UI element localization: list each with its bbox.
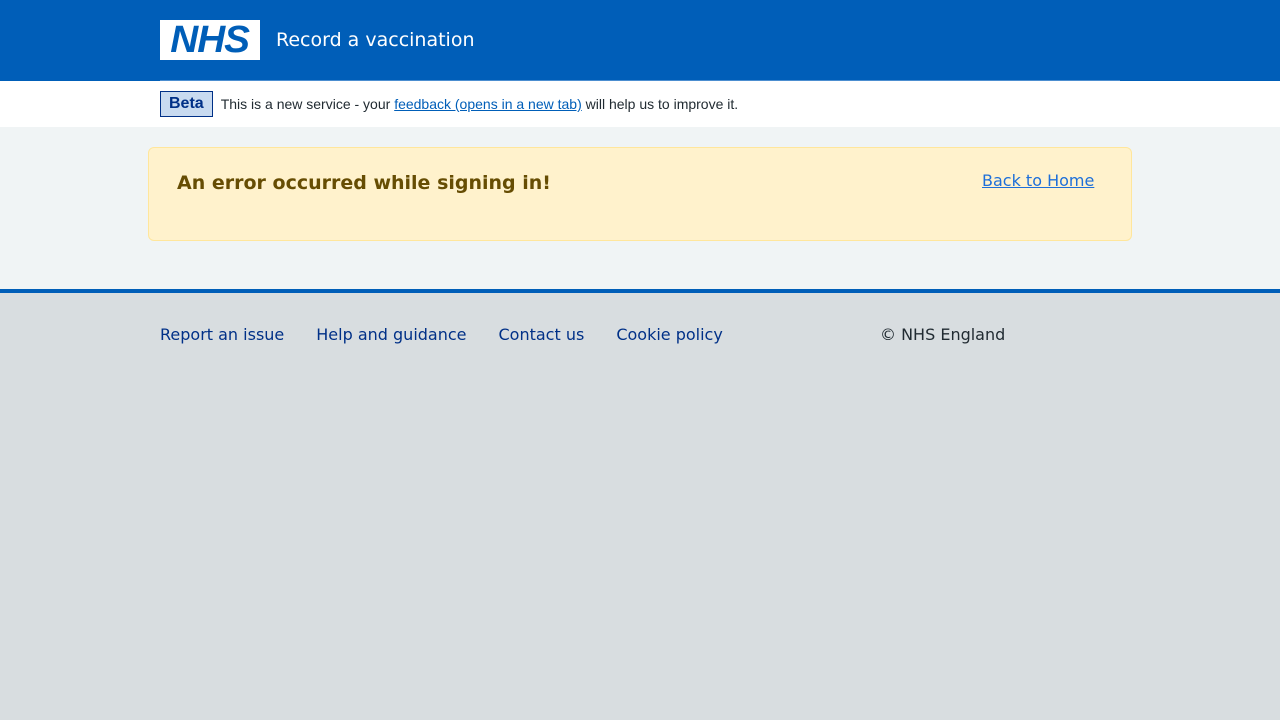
back-to-home-link[interactable]: Back to Home (982, 171, 1094, 190)
beta-banner: Beta This is a new service - your feedba… (0, 81, 1280, 127)
beta-message: This is a new service - your feedback (o… (221, 96, 738, 112)
footer-link-cookie-policy[interactable]: Cookie policy (616, 325, 723, 344)
footer-link-help-guidance[interactable]: Help and guidance (316, 325, 466, 344)
footer-link-contact-us[interactable]: Contact us (499, 325, 585, 344)
beta-banner-content: Beta This is a new service - your feedba… (160, 91, 738, 117)
beta-text-after: will help us to improve it. (581, 96, 739, 112)
beta-tag: Beta (160, 91, 213, 117)
site-footer: Report an issue Help and guidance Contac… (0, 293, 1280, 720)
error-alert: An error occurred while signing in! Back… (148, 147, 1132, 241)
beta-text-before: This is a new service - your (220, 96, 395, 112)
error-alert-title: An error occurred while signing in! (177, 172, 551, 194)
main-content: An error occurred while signing in! Back… (0, 127, 1280, 289)
footer-copyright: © NHS England (880, 325, 1006, 344)
nhs-logo[interactable]: NHS (160, 20, 260, 60)
header-brand: NHS Record a vaccination (160, 20, 475, 60)
feedback-link[interactable]: feedback (opens in a new tab) (394, 96, 582, 112)
nhs-logo-text: NHS (170, 19, 251, 61)
footer-links: Report an issue Help and guidance Contac… (160, 325, 755, 344)
site-header: NHS Record a vaccination (0, 0, 1280, 81)
service-name-link[interactable]: Record a vaccination (276, 20, 475, 60)
footer-link-report-issue[interactable]: Report an issue (160, 325, 284, 344)
